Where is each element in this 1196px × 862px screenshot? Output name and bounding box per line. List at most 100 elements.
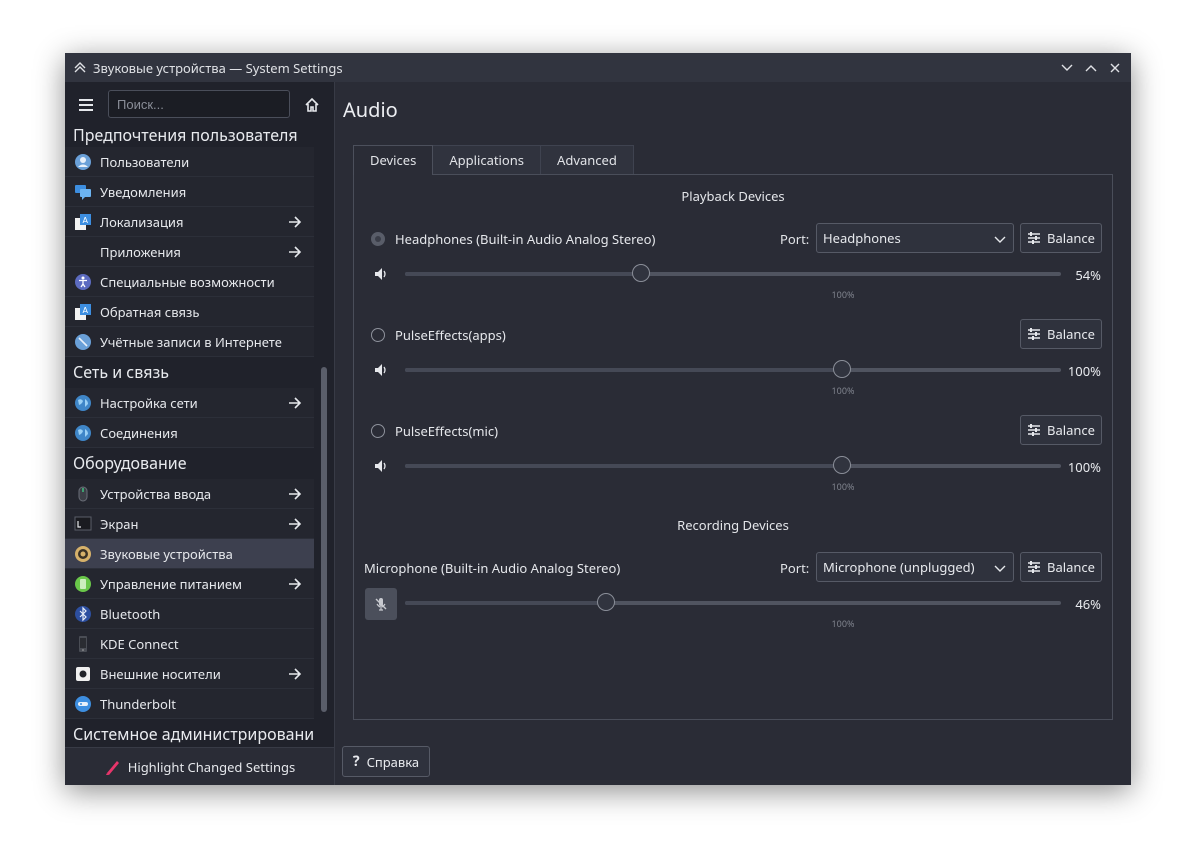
- sidebar-item-localization[interactable]: A Локализация: [65, 207, 314, 237]
- sidebar-item-online-accounts[interactable]: Учётные записи в Интернете: [65, 327, 314, 357]
- home-icon[interactable]: [303, 96, 321, 114]
- search-input[interactable]: [108, 90, 290, 118]
- volume-icon[interactable]: [373, 458, 389, 474]
- highlight-changed-settings-label: Highlight Changed Settings: [127, 757, 296, 776]
- close-button[interactable]: [1105, 58, 1125, 78]
- sidebar-item-label: Thunderbolt: [100, 694, 176, 713]
- sidebar-item-label: Приложения: [100, 242, 181, 261]
- sidebar-item-kde-connect[interactable]: KDE Connect: [65, 629, 314, 659]
- connections-globe-icon: [75, 424, 91, 441]
- sidebar-item-display[interactable]: Экран: [65, 509, 314, 539]
- sidebar-item-notifications[interactable]: Уведомления: [65, 177, 314, 207]
- device-name: Microphone (Built-in Audio Analog Stereo…: [364, 559, 621, 577]
- arrow-right-icon: [289, 668, 302, 680]
- sidebar-scrollbar-thumb[interactable]: [321, 367, 327, 712]
- chat-bubbles-icon: [75, 184, 91, 200]
- feedback-icon: A: [75, 303, 91, 320]
- arrow-right-icon: [289, 488, 302, 500]
- sidebar-item-label: Устройства ввода: [100, 484, 212, 503]
- title-bar[interactable]: Звуковые устройства — System Settings: [65, 53, 1131, 82]
- sidebar-item-feedback[interactable]: A Обратная связь: [65, 297, 314, 327]
- balance-button[interactable]: Balance: [1020, 223, 1102, 253]
- balance-button[interactable]: Balance: [1020, 415, 1102, 445]
- minimize-icon: [1061, 64, 1073, 71]
- volume-slider-handle[interactable]: [597, 593, 616, 611]
- sidebar-item-label: Обратная связь: [100, 302, 200, 321]
- sidebar-item-label: Специальные возможности: [100, 272, 275, 291]
- microphone-volume-slider[interactable]: [405, 593, 1061, 611]
- display-icon: [74, 516, 92, 530]
- port-select-value: Microphone (unplugged): [823, 558, 975, 576]
- default-device-radio[interactable]: [371, 424, 385, 438]
- tab-devices[interactable]: Devices: [353, 145, 434, 175]
- port-select[interactable]: Microphone (unplugged): [816, 552, 1014, 582]
- slider-100-mark: 100%: [831, 617, 855, 630]
- thunderbolt-icon: [75, 695, 91, 712]
- volume-icon[interactable]: [373, 266, 389, 282]
- removable-media-icon: [76, 666, 90, 681]
- default-device-radio[interactable]: [371, 232, 385, 246]
- sidebar-item-accessibility[interactable]: Специальные возможности: [65, 267, 314, 297]
- category-system-administration: Системное администрировани: [73, 723, 314, 745]
- sidebar-item-users[interactable]: Пользователи: [65, 147, 314, 177]
- slider-100-mark: 100%: [831, 480, 855, 493]
- svg-text:A: A: [83, 216, 89, 225]
- sidebar-item-applications[interactable]: Приложения: [65, 237, 314, 267]
- tab-applications[interactable]: Applications: [432, 145, 542, 174]
- help-button[interactable]: ? Справка: [342, 746, 430, 777]
- balance-button[interactable]: Balance: [1020, 319, 1102, 349]
- sidebar-item-input-devices[interactable]: Устройства ввода: [65, 479, 314, 509]
- category-network: Сеть и связь: [73, 361, 169, 383]
- translate-icon: A: [75, 213, 91, 230]
- default-device-radio[interactable]: [371, 328, 385, 342]
- balance-sliders-icon: [1028, 561, 1040, 573]
- sidebar-list: Предпочтения пользователя Пользователи У…: [65, 129, 314, 777]
- maximize-button[interactable]: [1081, 58, 1101, 78]
- highlight-changed-settings-button[interactable]: Highlight Changed Settings: [65, 747, 334, 785]
- sidebar-item-audio-devices[interactable]: Звуковые устройства: [65, 539, 314, 569]
- arrow-right-icon: [289, 397, 302, 409]
- balance-label: Balance: [1047, 325, 1095, 343]
- sidebar-item-power-management[interactable]: Управление питанием: [65, 569, 314, 599]
- chevron-down-icon: [994, 236, 1006, 243]
- chevron-down-icon: [994, 565, 1006, 572]
- battery-icon: [75, 575, 91, 592]
- volume-slider[interactable]: [405, 360, 1061, 378]
- volume-slider[interactable]: [405, 456, 1061, 474]
- sidebar-item-bluetooth[interactable]: Bluetooth: [65, 599, 314, 629]
- volume-percent: 100%: [1067, 362, 1101, 380]
- sidebar-item-label: Внешние носители: [100, 664, 221, 683]
- volume-slider-handle[interactable]: [833, 360, 852, 378]
- arrow-right-icon: [289, 578, 302, 590]
- sidebar-item-connections[interactable]: Соединения: [65, 418, 314, 448]
- highlighter-pen-icon: [105, 760, 119, 775]
- volume-slider-fill: [405, 368, 843, 372]
- sidebar-item-network-settings[interactable]: Настройка сети: [65, 388, 314, 418]
- sidebar-item-removable-media[interactable]: Внешние носители: [65, 659, 314, 689]
- sidebar-item-label: Локализация: [100, 212, 184, 231]
- volume-slider[interactable]: [405, 264, 1061, 282]
- device-name: PulseEffects(mic): [395, 422, 499, 440]
- accessibility-icon: [75, 273, 91, 290]
- close-icon: [1110, 63, 1120, 72]
- minimize-button[interactable]: [1057, 58, 1077, 78]
- volume-percent: 100%: [1067, 458, 1101, 476]
- tab-advanced[interactable]: Advanced: [540, 145, 634, 174]
- tab-bar: Devices Applications Advanced: [353, 145, 634, 175]
- network-globe-icon: [75, 394, 91, 411]
- maximize-icon: [1085, 64, 1097, 71]
- hamburger-menu-icon[interactable]: [77, 96, 95, 114]
- window-menu-icon[interactable]: [73, 61, 87, 75]
- volume-icon[interactable]: [373, 362, 389, 378]
- balance-button[interactable]: Balance: [1020, 552, 1102, 582]
- arrow-right-icon: [289, 216, 302, 228]
- recording-devices-title: Recording Devices: [677, 516, 789, 534]
- sidebar-item-thunderbolt[interactable]: Thunderbolt: [65, 689, 314, 719]
- sidebar-item-label: Учётные записи в Интернете: [100, 332, 282, 351]
- mute-microphone-button[interactable]: [365, 588, 397, 620]
- volume-slider-handle[interactable]: [833, 456, 852, 474]
- sidebar-scrollbar[interactable]: [319, 129, 329, 777]
- volume-slider-handle[interactable]: [632, 264, 651, 282]
- sidebar-item-label: Настройка сети: [100, 393, 198, 412]
- port-select[interactable]: Headphones: [816, 223, 1014, 253]
